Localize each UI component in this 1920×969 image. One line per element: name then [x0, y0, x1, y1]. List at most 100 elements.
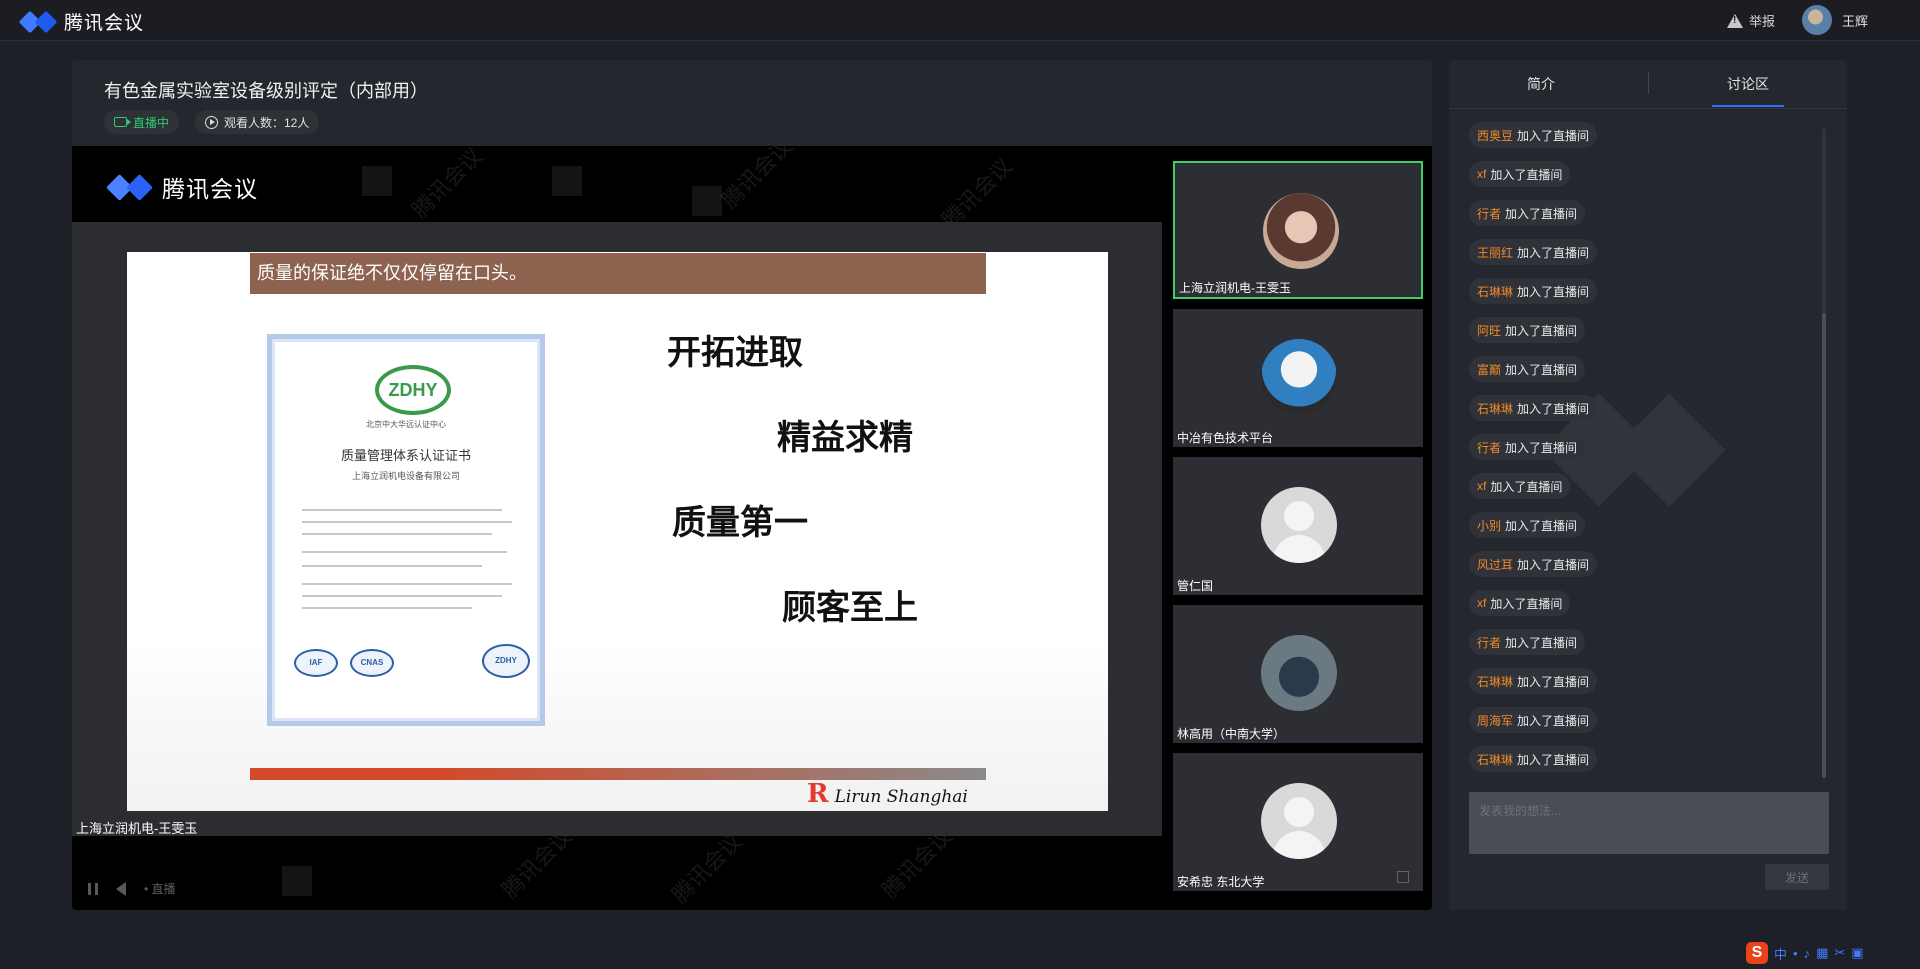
chat-message: 石琳琳 加入了直播间 [1469, 746, 1598, 772]
chat-user-name[interactable]: 西奥豆 [1477, 127, 1513, 144]
motto-1: 开拓进取 [667, 334, 803, 372]
cnas-badge: CNAS [350, 649, 394, 677]
chat-message: 王丽红 加入了直播间 [1469, 239, 1598, 265]
send-button[interactable]: 发送 [1765, 864, 1829, 890]
motto-4: 顾客至上 [782, 589, 918, 627]
chat-user-name[interactable]: 风过耳 [1477, 556, 1513, 573]
chat-user-name[interactable]: 阿旺 [1477, 322, 1501, 339]
live-control-label: • 直播 [144, 882, 176, 896]
chat-user-name[interactable]: 石琳琳 [1477, 673, 1513, 690]
participant-tile[interactable]: 安希忠 东北大学 [1173, 753, 1423, 891]
certificate-text-line [302, 565, 482, 567]
certificate-title: 质量管理体系认证证书 [340, 448, 471, 463]
chat-user-name[interactable]: 周海军 [1477, 712, 1513, 729]
chat-text: 加入了直播间 [1505, 635, 1578, 650]
participant-tile[interactable]: 管仁国 [1173, 457, 1423, 595]
chat-message: 富巅 加入了直播间 [1469, 356, 1586, 382]
chat-message: xf 加入了直播间 [1469, 161, 1571, 187]
participant-name: 林高用（中南大学） [1177, 727, 1286, 741]
avatar [1802, 5, 1832, 35]
video-player[interactable]: 腾讯会议 腾讯会议 腾讯会议 腾讯会议 腾讯会议 腾讯会议 腾讯会议 质量的保证… [72, 146, 1432, 910]
chat-text: 加入了直播间 [1505, 518, 1578, 533]
chat-user-name[interactable]: 石琳琳 [1477, 400, 1513, 417]
fullscreen-icon[interactable] [1397, 871, 1409, 883]
chat-user-name[interactable]: 富巅 [1477, 361, 1501, 378]
chat-text: 加入了直播间 [1517, 752, 1590, 767]
chat-scrollbar[interactable] [1822, 128, 1826, 778]
chat-message: 石琳琳 加入了直播间 [1469, 395, 1598, 421]
tab-discussion[interactable]: 讨论区 [1727, 74, 1769, 94]
certificate-logo: ZDHY [375, 365, 451, 415]
punctuation-icon[interactable]: • [1793, 946, 1798, 961]
chat-user-name[interactable]: xf [1477, 167, 1486, 181]
tencent-meeting-logo-icon [106, 174, 154, 201]
keyboard-icon[interactable]: ▦ [1816, 945, 1828, 961]
watermark-mark [552, 166, 582, 196]
certificate-org: 北京中大华远认证中心 [366, 420, 446, 429]
sogou-ime-icon[interactable]: S [1746, 942, 1768, 964]
chat-user-name[interactable]: xf [1477, 479, 1486, 493]
live-badge: 直播中 [104, 110, 180, 134]
scrollbar-thumb[interactable] [1822, 313, 1826, 778]
chat-text: 加入了直播间 [1505, 206, 1578, 221]
participant-tile[interactable]: 中冶有色技术平台 [1173, 309, 1423, 447]
pause-icon[interactable] [88, 882, 98, 895]
live-label: 直播中 [133, 115, 170, 130]
brand-text: Lirun Shanghai [834, 787, 968, 807]
chat-text: 加入了直播间 [1505, 362, 1578, 377]
watermark-text: 腾讯会议 [717, 146, 798, 214]
app-logo[interactable]: 腾讯会议 [18, 8, 144, 35]
chat-text: 加入了直播间 [1517, 284, 1590, 299]
chat-message: 风过耳 加入了直播间 [1469, 551, 1598, 577]
default-avatar-icon [1261, 487, 1337, 563]
viewer-count-badge: 观看人数：12人 [195, 110, 320, 134]
watermark-mark [282, 866, 312, 896]
default-avatar-icon [1261, 783, 1337, 859]
chat-text: 加入了直播间 [1490, 479, 1563, 494]
report-button[interactable]: 举报 [1727, 11, 1775, 30]
lirun-brand: R Lirun Shanghai [807, 779, 968, 809]
chat-user-name[interactable]: 王丽红 [1477, 244, 1513, 261]
microphone-icon[interactable]: ♪ [1804, 946, 1811, 961]
chat-user-name[interactable]: 石琳琳 [1477, 283, 1513, 300]
ime-mode-label[interactable]: 中 [1774, 944, 1787, 963]
chat-message: 西奥豆 加入了直播间 [1469, 122, 1598, 148]
live-stream-panel: 有色金属实验室设备级别评定（内部用） 直播中 观看人数：12人 腾讯会议 腾讯会… [72, 60, 1432, 910]
chat-user-name[interactable]: 石琳琳 [1477, 751, 1513, 768]
tab-divider [1648, 72, 1649, 94]
chat-user-name[interactable]: 行者 [1477, 439, 1501, 456]
chat-user-name[interactable]: 小别 [1477, 517, 1501, 534]
participant-tile[interactable]: 林高用（中南大学） [1173, 605, 1423, 743]
chat-text: 加入了直播间 [1505, 440, 1578, 455]
participant-name: 中冶有色技术平台 [1177, 431, 1274, 445]
certificate-text-line [302, 533, 492, 535]
chat-input[interactable] [1469, 792, 1829, 854]
ime-toolbar[interactable]: S 中 • ♪ ▦ ✂ ▣ [1746, 940, 1864, 966]
skin-icon[interactable]: ▣ [1851, 945, 1863, 961]
chat-message: 石琳琳 加入了直播间 [1469, 668, 1598, 694]
chat-user-name[interactable]: 行者 [1477, 205, 1501, 222]
side-panel: 简介 讨论区 西奥豆 加入了直播间 xf 加入了直播间 行者 加入了直播间 王丽红 加入… [1449, 60, 1847, 910]
motto-2: 精益求精 [777, 419, 913, 457]
user-menu[interactable]: 王辉 [1802, 5, 1868, 35]
chat-text: 加入了直播间 [1517, 401, 1590, 416]
chat-user-name[interactable]: xf [1477, 596, 1486, 610]
watermark-mark [692, 186, 722, 216]
chat-message: 石琳琳 加入了直播间 [1469, 278, 1598, 304]
tab-intro[interactable]: 简介 [1527, 74, 1555, 94]
chat-text: 加入了直播间 [1490, 596, 1563, 611]
participant-name: 管仁国 [1177, 579, 1214, 593]
certificate-image: ZDHY 北京中大华远认证中心 质量管理体系认证证书 上海立润机电设备有限公司 … [267, 334, 545, 726]
certificate-text-line [302, 509, 502, 511]
meeting-title: 有色金属实验室设备级别评定（内部用） [104, 81, 428, 101]
side-tabs: 简介 讨论区 [1449, 60, 1847, 109]
chat-user-name[interactable]: 行者 [1477, 634, 1501, 651]
chat-message: 周海军 加入了直播间 [1469, 707, 1598, 733]
chat-message: xf 加入了直播间 [1469, 473, 1571, 499]
tools-icon[interactable]: ✂ [1834, 945, 1845, 961]
chat-text: 加入了直播间 [1517, 128, 1590, 143]
certificate-text-line [302, 583, 512, 585]
volume-icon[interactable] [116, 881, 126, 896]
participant-tile[interactable]: 上海立润机电-王雯玉 [1173, 161, 1423, 299]
camera-icon [114, 117, 131, 127]
